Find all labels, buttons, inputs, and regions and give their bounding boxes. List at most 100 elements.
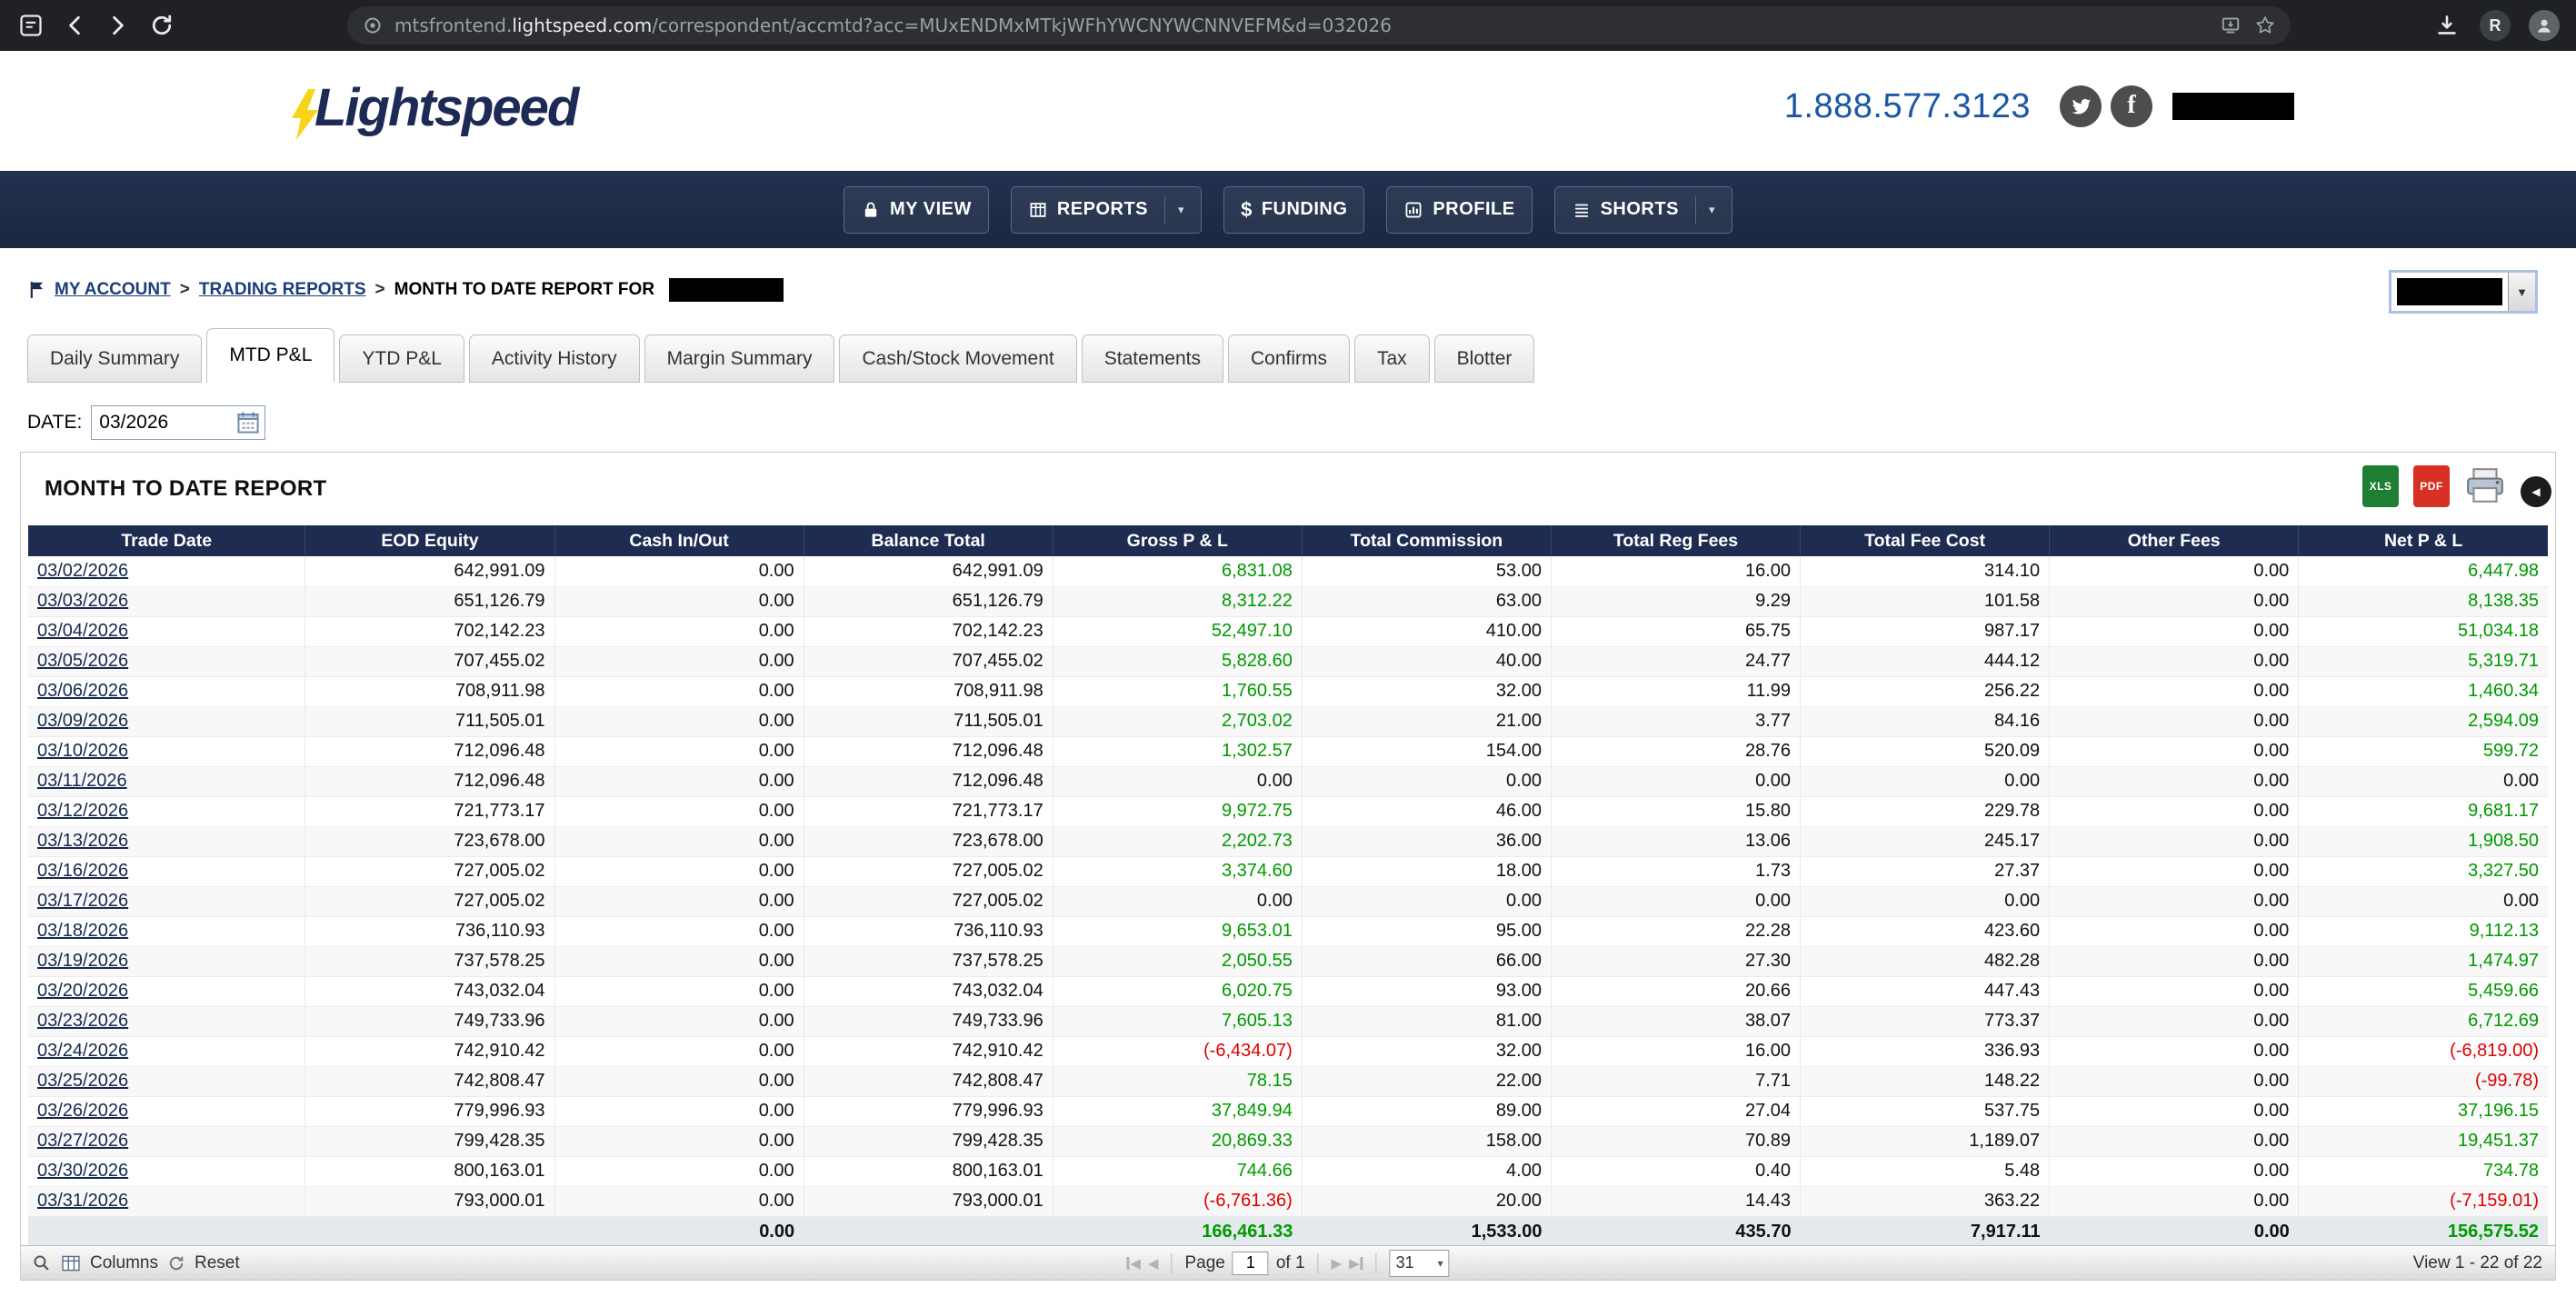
cell-cash-in-out: 0.00: [554, 1066, 804, 1096]
forward-button[interactable]: [104, 11, 133, 40]
breadcrumb-my-account[interactable]: MY ACCOUNT: [55, 280, 171, 300]
collapse-panel-icon[interactable]: ◀: [2521, 476, 2551, 507]
cell-balance-total: 727,005.02: [804, 886, 1053, 916]
cell-balance-total: 712,096.48: [804, 736, 1053, 766]
column-header-net-p-l[interactable]: Net P & L: [2299, 525, 2548, 556]
column-header-total-reg-fees[interactable]: Total Reg Fees: [1551, 525, 1800, 556]
cell-net-pl: 9,112.13: [2299, 916, 2548, 946]
trade-date-link[interactable]: 03/04/2026: [28, 616, 305, 646]
trade-date-link[interactable]: 03/24/2026: [28, 1036, 305, 1066]
trade-date-link[interactable]: 03/23/2026: [28, 1006, 305, 1036]
account-select[interactable]: ▼: [2389, 270, 2538, 314]
trade-date-link[interactable]: 03/20/2026: [28, 976, 305, 1006]
column-header-other-fees[interactable]: Other Fees: [2050, 525, 2299, 556]
tab-tax[interactable]: Tax: [1354, 334, 1430, 383]
trade-date-link[interactable]: 03/09/2026: [28, 706, 305, 736]
lightspeed-logo[interactable]: Lightspeed: [289, 82, 577, 140]
tab-daily-summary[interactable]: Daily Summary: [27, 334, 202, 383]
tab-mtd-p-l[interactable]: MTD P&L: [206, 328, 334, 383]
column-header-total-fee-cost[interactable]: Total Fee Cost: [1801, 525, 2050, 556]
breadcrumb-trading-reports[interactable]: TRADING REPORTS: [199, 280, 366, 300]
tab-blotter[interactable]: Blotter: [1434, 334, 1535, 383]
tab-activity-history[interactable]: Activity History: [469, 334, 640, 383]
bookmark-star-icon[interactable]: [2254, 15, 2276, 36]
nav-shorts[interactable]: SHORTS ▾: [1554, 186, 1732, 234]
first-page-button[interactable]: ◀: [1126, 1255, 1141, 1272]
download-icon[interactable]: [2432, 11, 2461, 40]
trade-date-link[interactable]: 03/05/2026: [28, 646, 305, 676]
reset-icon[interactable]: [167, 1254, 185, 1272]
trade-date-link[interactable]: 03/03/2026: [28, 586, 305, 616]
nav-funding[interactable]: $ FUNDING: [1223, 186, 1364, 234]
cell-total-commission: 158.00: [1302, 1126, 1551, 1156]
trade-date-link[interactable]: 03/11/2026: [28, 766, 305, 796]
redacted-account-name: [2172, 93, 2294, 120]
trade-date-link[interactable]: 03/13/2026: [28, 826, 305, 856]
column-header-trade-date[interactable]: Trade Date: [28, 525, 305, 556]
cell-eod-equity: 743,032.04: [305, 976, 554, 1006]
address-bar[interactable]: mtsfrontend.lightspeed.com/correspondent…: [347, 6, 2291, 45]
column-header-gross-p-l[interactable]: Gross P & L: [1053, 525, 1302, 556]
cell-cash-in-out: 0.00: [554, 736, 804, 766]
print-icon[interactable]: [2464, 467, 2506, 505]
columns-icon[interactable]: [61, 1253, 81, 1273]
tab-ytd-p-l[interactable]: YTD P&L: [339, 334, 464, 383]
nav-my-view[interactable]: MY VIEW: [844, 186, 989, 234]
page-number-input[interactable]: [1233, 1252, 1269, 1275]
column-header-balance-total[interactable]: Balance Total: [804, 525, 1053, 556]
column-header-eod-equity[interactable]: EOD Equity: [305, 525, 554, 556]
tab-statements[interactable]: Statements: [1082, 334, 1223, 383]
table-icon: [1028, 200, 1048, 220]
chevron-down-icon[interactable]: ▼: [2508, 273, 2535, 311]
nav-reports[interactable]: REPORTS ▾: [1011, 186, 1202, 234]
trade-date-link[interactable]: 03/19/2026: [28, 946, 305, 976]
cell-total-reg-fees: 1.73: [1551, 856, 1800, 886]
tab-margin-summary[interactable]: Margin Summary: [644, 334, 835, 383]
date-input[interactable]: [92, 412, 232, 434]
install-app-icon[interactable]: [2220, 15, 2242, 36]
trade-date-link[interactable]: 03/30/2026: [28, 1156, 305, 1186]
trade-date-link[interactable]: 03/10/2026: [28, 736, 305, 766]
nav-profile[interactable]: PROFILE: [1386, 186, 1532, 234]
export-xls-icon[interactable]: XLS: [2362, 465, 2399, 507]
column-header-cash-in-out[interactable]: Cash In/Out: [554, 525, 804, 556]
cell-cash-in-out: 0.00: [554, 886, 804, 916]
trade-date-link[interactable]: 03/16/2026: [28, 856, 305, 886]
report-tabs: Daily SummaryMTD P&LYTD P&LActivity Hist…: [27, 328, 1534, 383]
reload-button[interactable]: [147, 11, 176, 40]
cell-total-commission: 4.00: [1302, 1156, 1551, 1186]
chevron-down-icon[interactable]: ▾: [1695, 196, 1715, 224]
calendar-icon[interactable]: [232, 406, 265, 439]
tab-cash-stock-movement[interactable]: Cash/Stock Movement: [839, 334, 1076, 383]
column-header-total-commission[interactable]: Total Commission: [1302, 525, 1551, 556]
trade-date-link[interactable]: 03/12/2026: [28, 796, 305, 826]
trade-date-link[interactable]: 03/27/2026: [28, 1126, 305, 1156]
columns-button[interactable]: Columns: [90, 1253, 158, 1273]
tab-overview-icon[interactable]: [16, 11, 45, 40]
last-page-button[interactable]: ▶: [1349, 1255, 1363, 1272]
twitter-icon[interactable]: [2060, 85, 2102, 127]
prev-page-button[interactable]: ◀: [1148, 1255, 1159, 1272]
reset-button[interactable]: Reset: [195, 1253, 240, 1273]
chevron-down-icon[interactable]: ▾: [1164, 196, 1184, 224]
export-pdf-icon[interactable]: PDF: [2413, 465, 2450, 507]
trade-date-link[interactable]: 03/31/2026: [28, 1186, 305, 1216]
cell-gross-pl: 6,831.08: [1053, 556, 1302, 586]
cell-total-commission: 63.00: [1302, 586, 1551, 616]
trade-date-link[interactable]: 03/25/2026: [28, 1066, 305, 1096]
back-button[interactable]: [60, 11, 89, 40]
trade-date-link[interactable]: 03/06/2026: [28, 676, 305, 706]
next-page-button[interactable]: ▶: [1332, 1255, 1343, 1272]
trade-date-link[interactable]: 03/17/2026: [28, 886, 305, 916]
account-avatar-icon[interactable]: [2529, 10, 2560, 41]
trade-date-link[interactable]: 03/18/2026: [28, 916, 305, 946]
search-icon[interactable]: [32, 1253, 52, 1273]
cell-cash-in-out: 0.00: [554, 616, 804, 646]
facebook-icon[interactable]: f: [2111, 85, 2152, 127]
trade-date-link[interactable]: 03/26/2026: [28, 1096, 305, 1126]
tab-confirms[interactable]: Confirms: [1228, 334, 1350, 383]
trade-date-link[interactable]: 03/02/2026: [28, 556, 305, 586]
page-of-label: of 1: [1276, 1253, 1305, 1273]
profile-avatar[interactable]: R: [2480, 10, 2511, 41]
page-size-select[interactable]: 31 ▾: [1390, 1250, 1450, 1277]
